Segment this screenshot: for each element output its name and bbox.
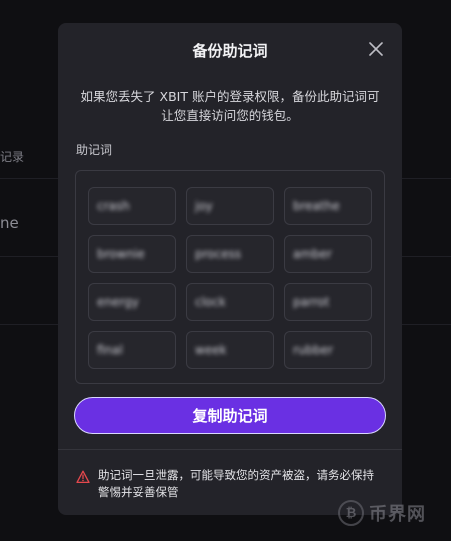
mnemonic-word: final (88, 331, 176, 369)
background-text: ne (0, 214, 19, 232)
warning-triangle-icon (76, 470, 90, 484)
warning-notice: 助记词一旦泄露，可能导致您的资产被盗，请务必保持警惕并妥善保管 (76, 467, 381, 501)
mnemonic-word-text: energy (97, 295, 139, 309)
mnemonic-word-text: crash (97, 199, 130, 213)
mnemonic-word-text: amber (293, 247, 332, 261)
backup-mnemonic-dialog: 备份助记词 如果您丢失了 XBIT 账户的登录权限，备份此助记词可让您直接访问您… (58, 23, 402, 515)
copy-mnemonic-button[interactable]: 复制助记词 (74, 397, 386, 434)
mnemonic-word: rubber (284, 331, 372, 369)
mnemonic-word: breathe (284, 187, 372, 225)
page: 记录 ne 备份助记词 如果您丢失了 XBIT 账户的登录权限，备份此助记词可让… (0, 0, 451, 541)
mnemonic-word-text: rubber (293, 343, 334, 357)
mnemonic-word-text: brownie (97, 247, 145, 261)
mnemonic-word: week (186, 331, 274, 369)
mnemonic-word-text: breathe (293, 199, 340, 213)
watermark-text: 币界网 (369, 504, 426, 525)
mnemonic-word-text: joy (195, 199, 213, 213)
close-icon (369, 42, 383, 56)
mnemonic-word: amber (284, 235, 372, 273)
mnemonic-word-grid: crash joy breathe brownie process amber … (88, 187, 372, 369)
mnemonic-words-panel: crash joy breathe brownie process amber … (75, 170, 385, 384)
mnemonic-word-text: process (195, 247, 242, 261)
mnemonic-word-text: parrot (293, 295, 330, 309)
mnemonic-word: clock (186, 283, 274, 321)
dialog-description: 如果您丢失了 XBIT 账户的登录权限，备份此助记词可让您直接访问您的钱包。 (80, 89, 380, 123)
bitcoin-logo-icon: ₿ (338, 500, 364, 526)
mnemonic-word: energy (88, 283, 176, 321)
mnemonic-word-text: clock (195, 295, 226, 309)
mnemonic-word-text: final (97, 343, 123, 357)
mnemonic-word: crash (88, 187, 176, 225)
mnemonic-word-text: week (195, 343, 227, 357)
mnemonic-word: brownie (88, 235, 176, 273)
background-label: 记录 (0, 150, 25, 164)
mnemonic-label: 助记词 (76, 143, 113, 157)
close-button[interactable] (368, 41, 384, 57)
mnemonic-word: joy (186, 187, 274, 225)
watermark: ₿ 币界网 (338, 500, 426, 526)
divider (58, 449, 402, 450)
dialog-title: 备份助记词 (192, 42, 268, 60)
warning-text: 助记词一旦泄露，可能导致您的资产被盗，请务必保持警惕并妥善保管 (98, 468, 374, 499)
mnemonic-word: process (186, 235, 274, 273)
mnemonic-word: parrot (284, 283, 372, 321)
